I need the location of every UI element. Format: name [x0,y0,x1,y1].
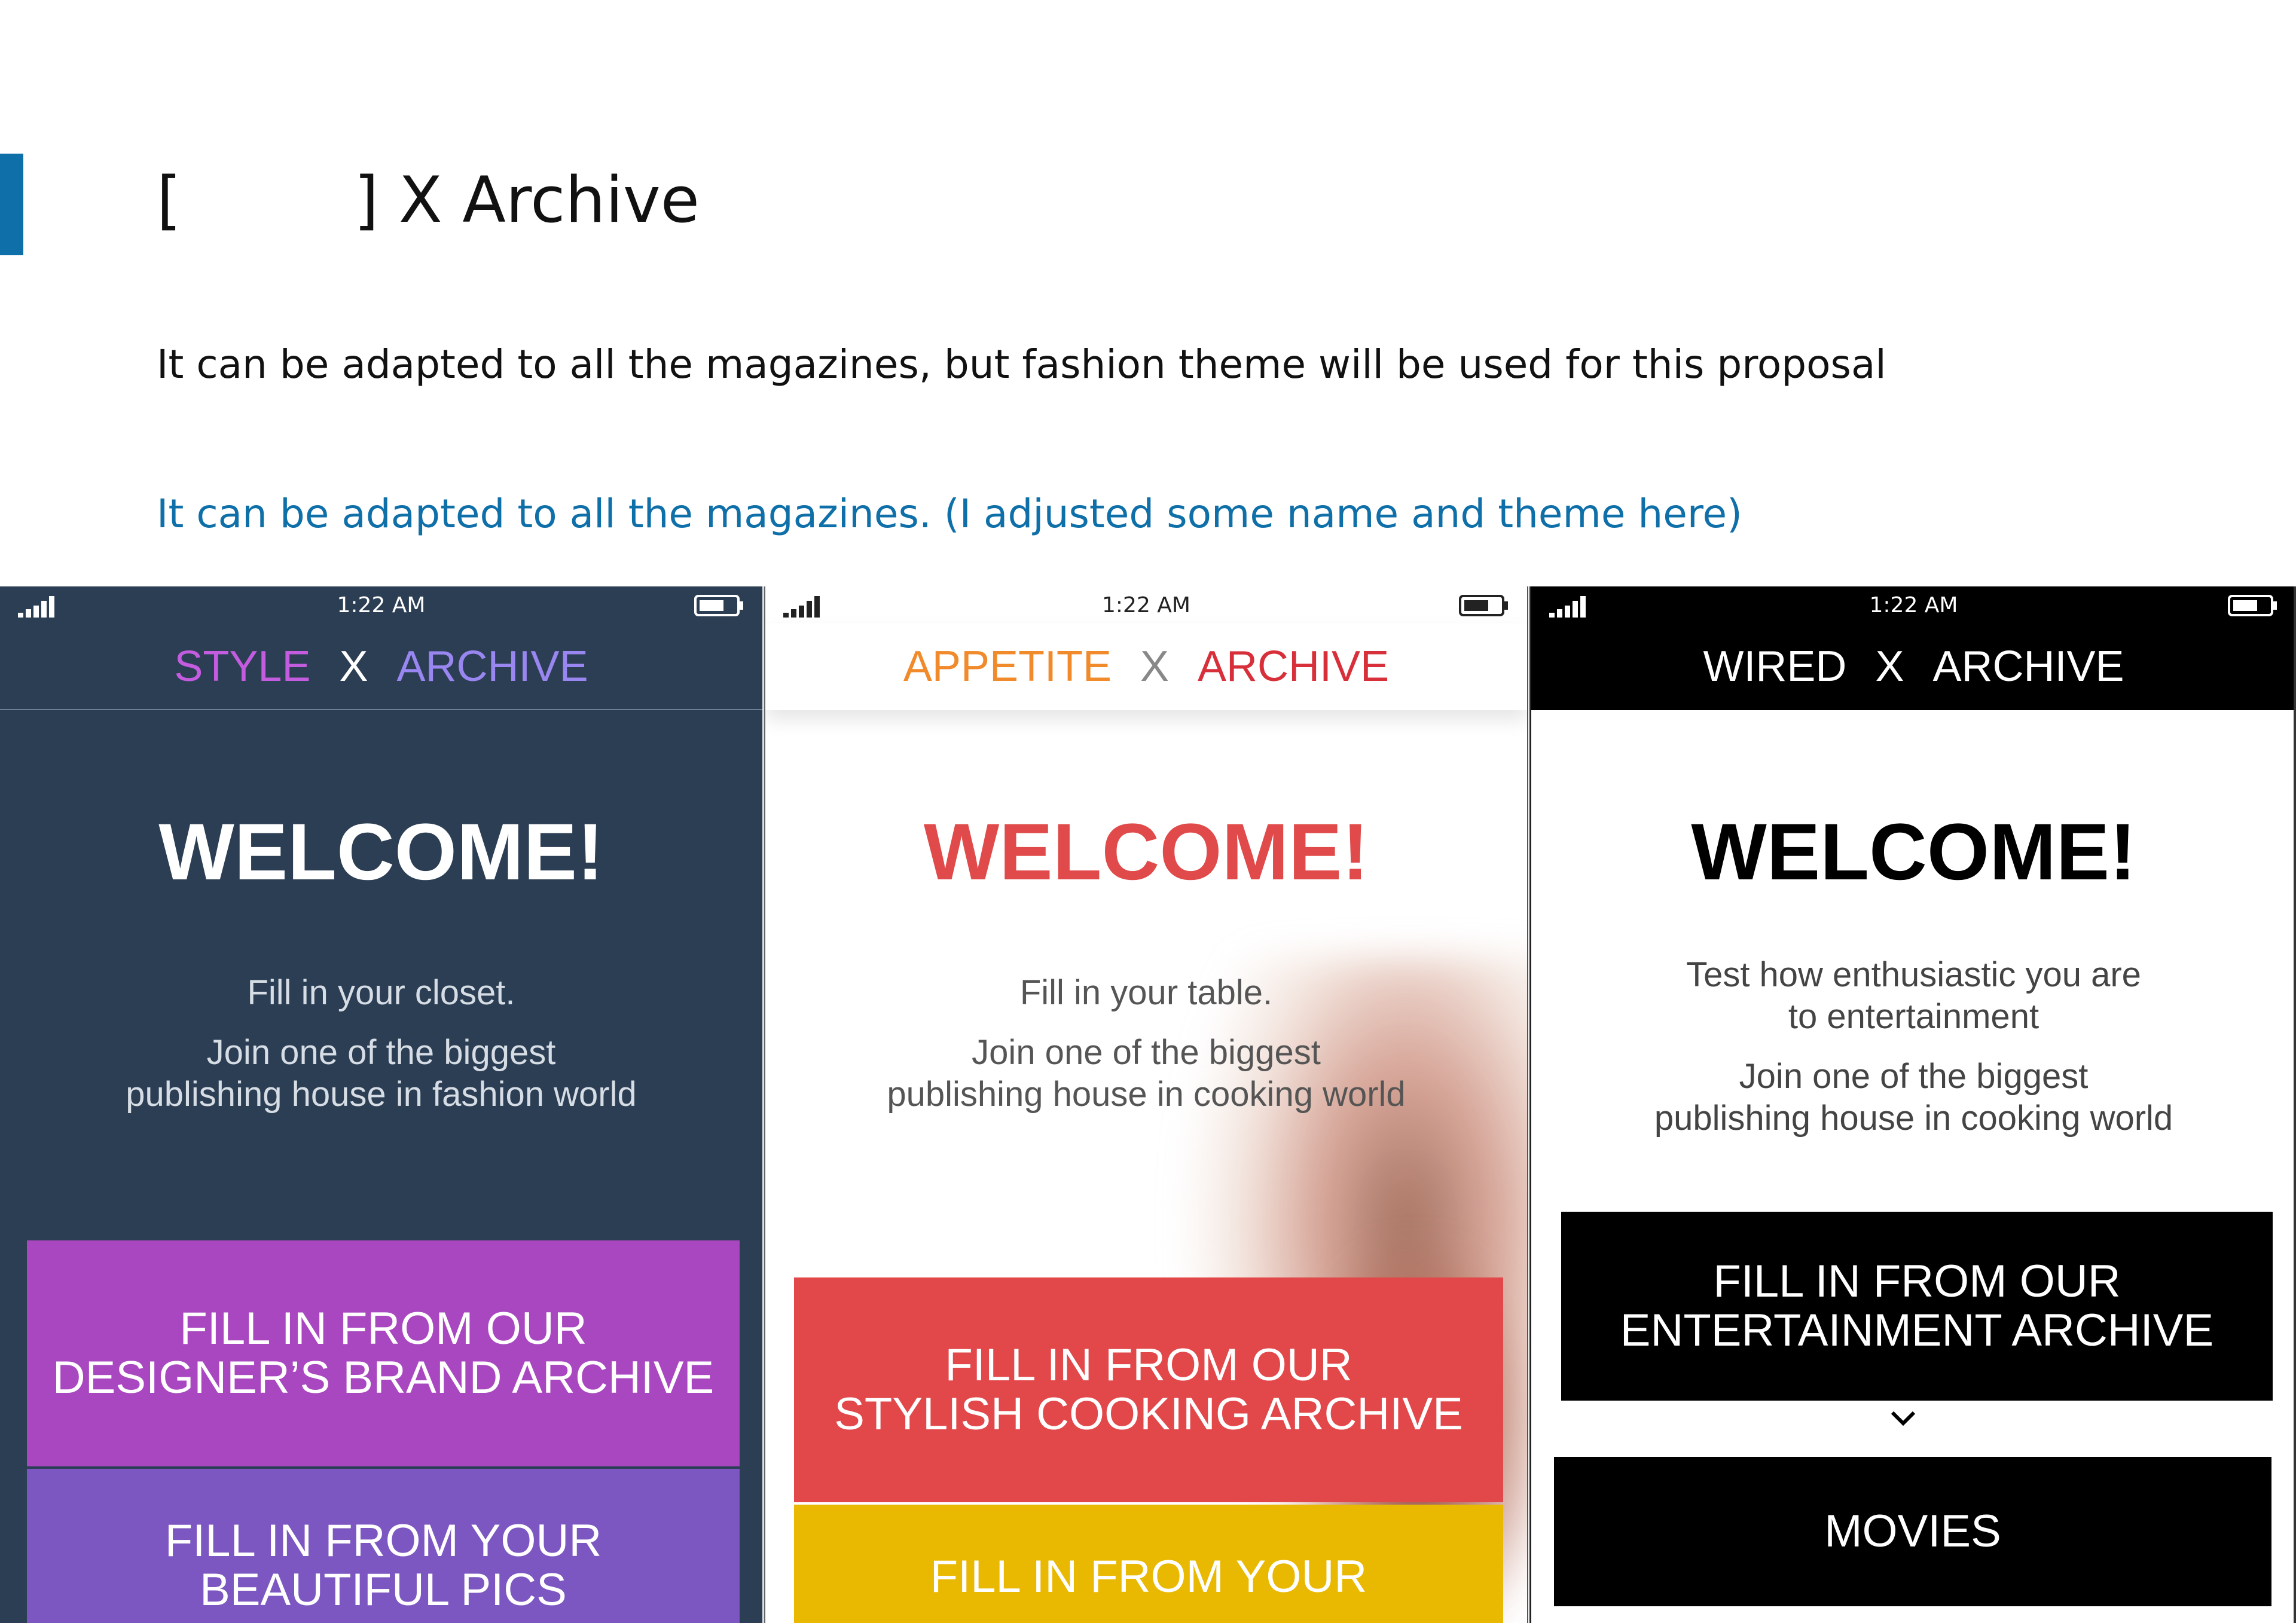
button-label: MOVIES [1824,1506,2001,1557]
status-bar: 1:22 AM [1531,586,2296,623]
nav-title: APPETITE X ARCHIVE [765,623,1527,710]
button-label: FILL IN FROM OUR DESIGNER’S BRAND ARCHIV… [52,1303,715,1403]
subtitle: It can be adapted to all the magazines, … [157,341,1886,387]
brand-name: WIRED [1703,643,1847,690]
intro-line: Join one of the biggest [1739,1057,2089,1096]
button-label: FILL IN FROM YOUR BEAUTIFUL PICS [164,1515,602,1615]
battery-icon [1459,595,1508,616]
frame-edge [2294,586,2296,1623]
title-open-bracket: [ [157,163,182,237]
brand-name: APPETITE [903,643,1112,690]
button-label: FILL IN FROM OUR STYLISH COOKING ARCHIVE [834,1340,1463,1439]
status-time: 1:22 AM [1869,593,1958,618]
intro-text: Test how enthusiastic you are to enterta… [1531,954,2296,1038]
intro-line: publishing house in cooking world [887,1075,1406,1114]
phone-wired-mockup: 1:22 AM WIRED X ARCHIVE WELCOME! Test how … [1529,586,2296,1623]
status-time: 1:22 AM [337,593,426,618]
adjustment-note: It can be adapted to all the magazines. … [157,491,1742,537]
accent-bar [0,154,23,255]
welcome-heading: WELCOME! [923,808,1369,897]
title-separator: X [1140,643,1170,690]
battery-icon [2228,595,2277,616]
intro-text: Fill in your closet. [0,972,762,1014]
button-label: FILL IN FROM OUR ENTERTAINMENT ARCHIVE [1620,1256,2214,1356]
fill-from-entertainment-archive-button[interactable]: FILL IN FROM OUR ENTERTAINMENT ARCHIVE [1561,1212,2273,1401]
welcome-heading: WELCOME! [158,808,604,897]
nav-title: STYLE X ARCHIVE [0,623,762,710]
battery-icon [694,595,743,616]
intro-line: to entertainment [1788,997,2039,1036]
intro-text-2: Join one of the biggest publishing house… [765,1032,1527,1115]
status-bar: 1:22 AM [765,586,1527,623]
movies-button[interactable]: MOVIES [1554,1457,2271,1606]
fill-from-pics-button[interactable]: FILL IN FROM YOUR BEAUTIFUL PICS [27,1469,740,1623]
intro-line: Test how enthusiastic you are [1686,955,2141,994]
intro-line: publishing house in fashion world [126,1075,637,1114]
title-text: ] X Archive [354,163,700,237]
brand-name: STYLE [174,643,311,690]
nav-title: WIRED X ARCHIVE [1531,623,2296,710]
intro-line: Join one of the biggest [972,1033,1321,1072]
phone-appetite-mockup: 1:22 AM APPETITE X ARCHIVE WELCOME! Fill i… [764,586,1528,1623]
intro-text: Fill in your table. [765,972,1527,1014]
welcome-heading: WELCOME! [1691,808,2136,897]
intro-text-2: Join one of the biggest publishing house… [0,1032,762,1115]
fill-from-brand-archive-button[interactable]: FILL IN FROM OUR DESIGNER’S BRAND ARCHIV… [27,1240,740,1466]
intro-line: Join one of the biggest [206,1033,556,1072]
intro-text-2: Join one of the biggest publishing house… [1531,1056,2296,1139]
archive-label: ARCHIVE [396,643,588,690]
intro-line: Fill in your table. [1019,973,1273,1012]
intro-line: Fill in your closet. [247,973,515,1012]
archive-label: ARCHIVE [1198,643,1390,690]
intro-line: publishing house in cooking world [1654,1099,2173,1138]
status-bar: 1:22 AM [0,586,762,623]
fill-from-your-button[interactable]: FILL IN FROM YOUR [794,1505,1503,1623]
title-separator: X [339,643,368,690]
chevron-down-icon[interactable] [1885,1407,1921,1431]
title-separator: X [1875,643,1904,690]
archive-label: ARCHIVE [1932,643,2124,690]
button-label: FILL IN FROM YOUR [930,1551,1367,1602]
phone-style-mockup: 1:22 AM STYLE X ARCHIVE WELCOME! Fill in y… [0,586,764,1623]
status-time: 1:22 AM [1102,593,1190,618]
fill-from-cooking-archive-button[interactable]: FILL IN FROM OUR STYLISH COOKING ARCHIVE [794,1277,1503,1502]
